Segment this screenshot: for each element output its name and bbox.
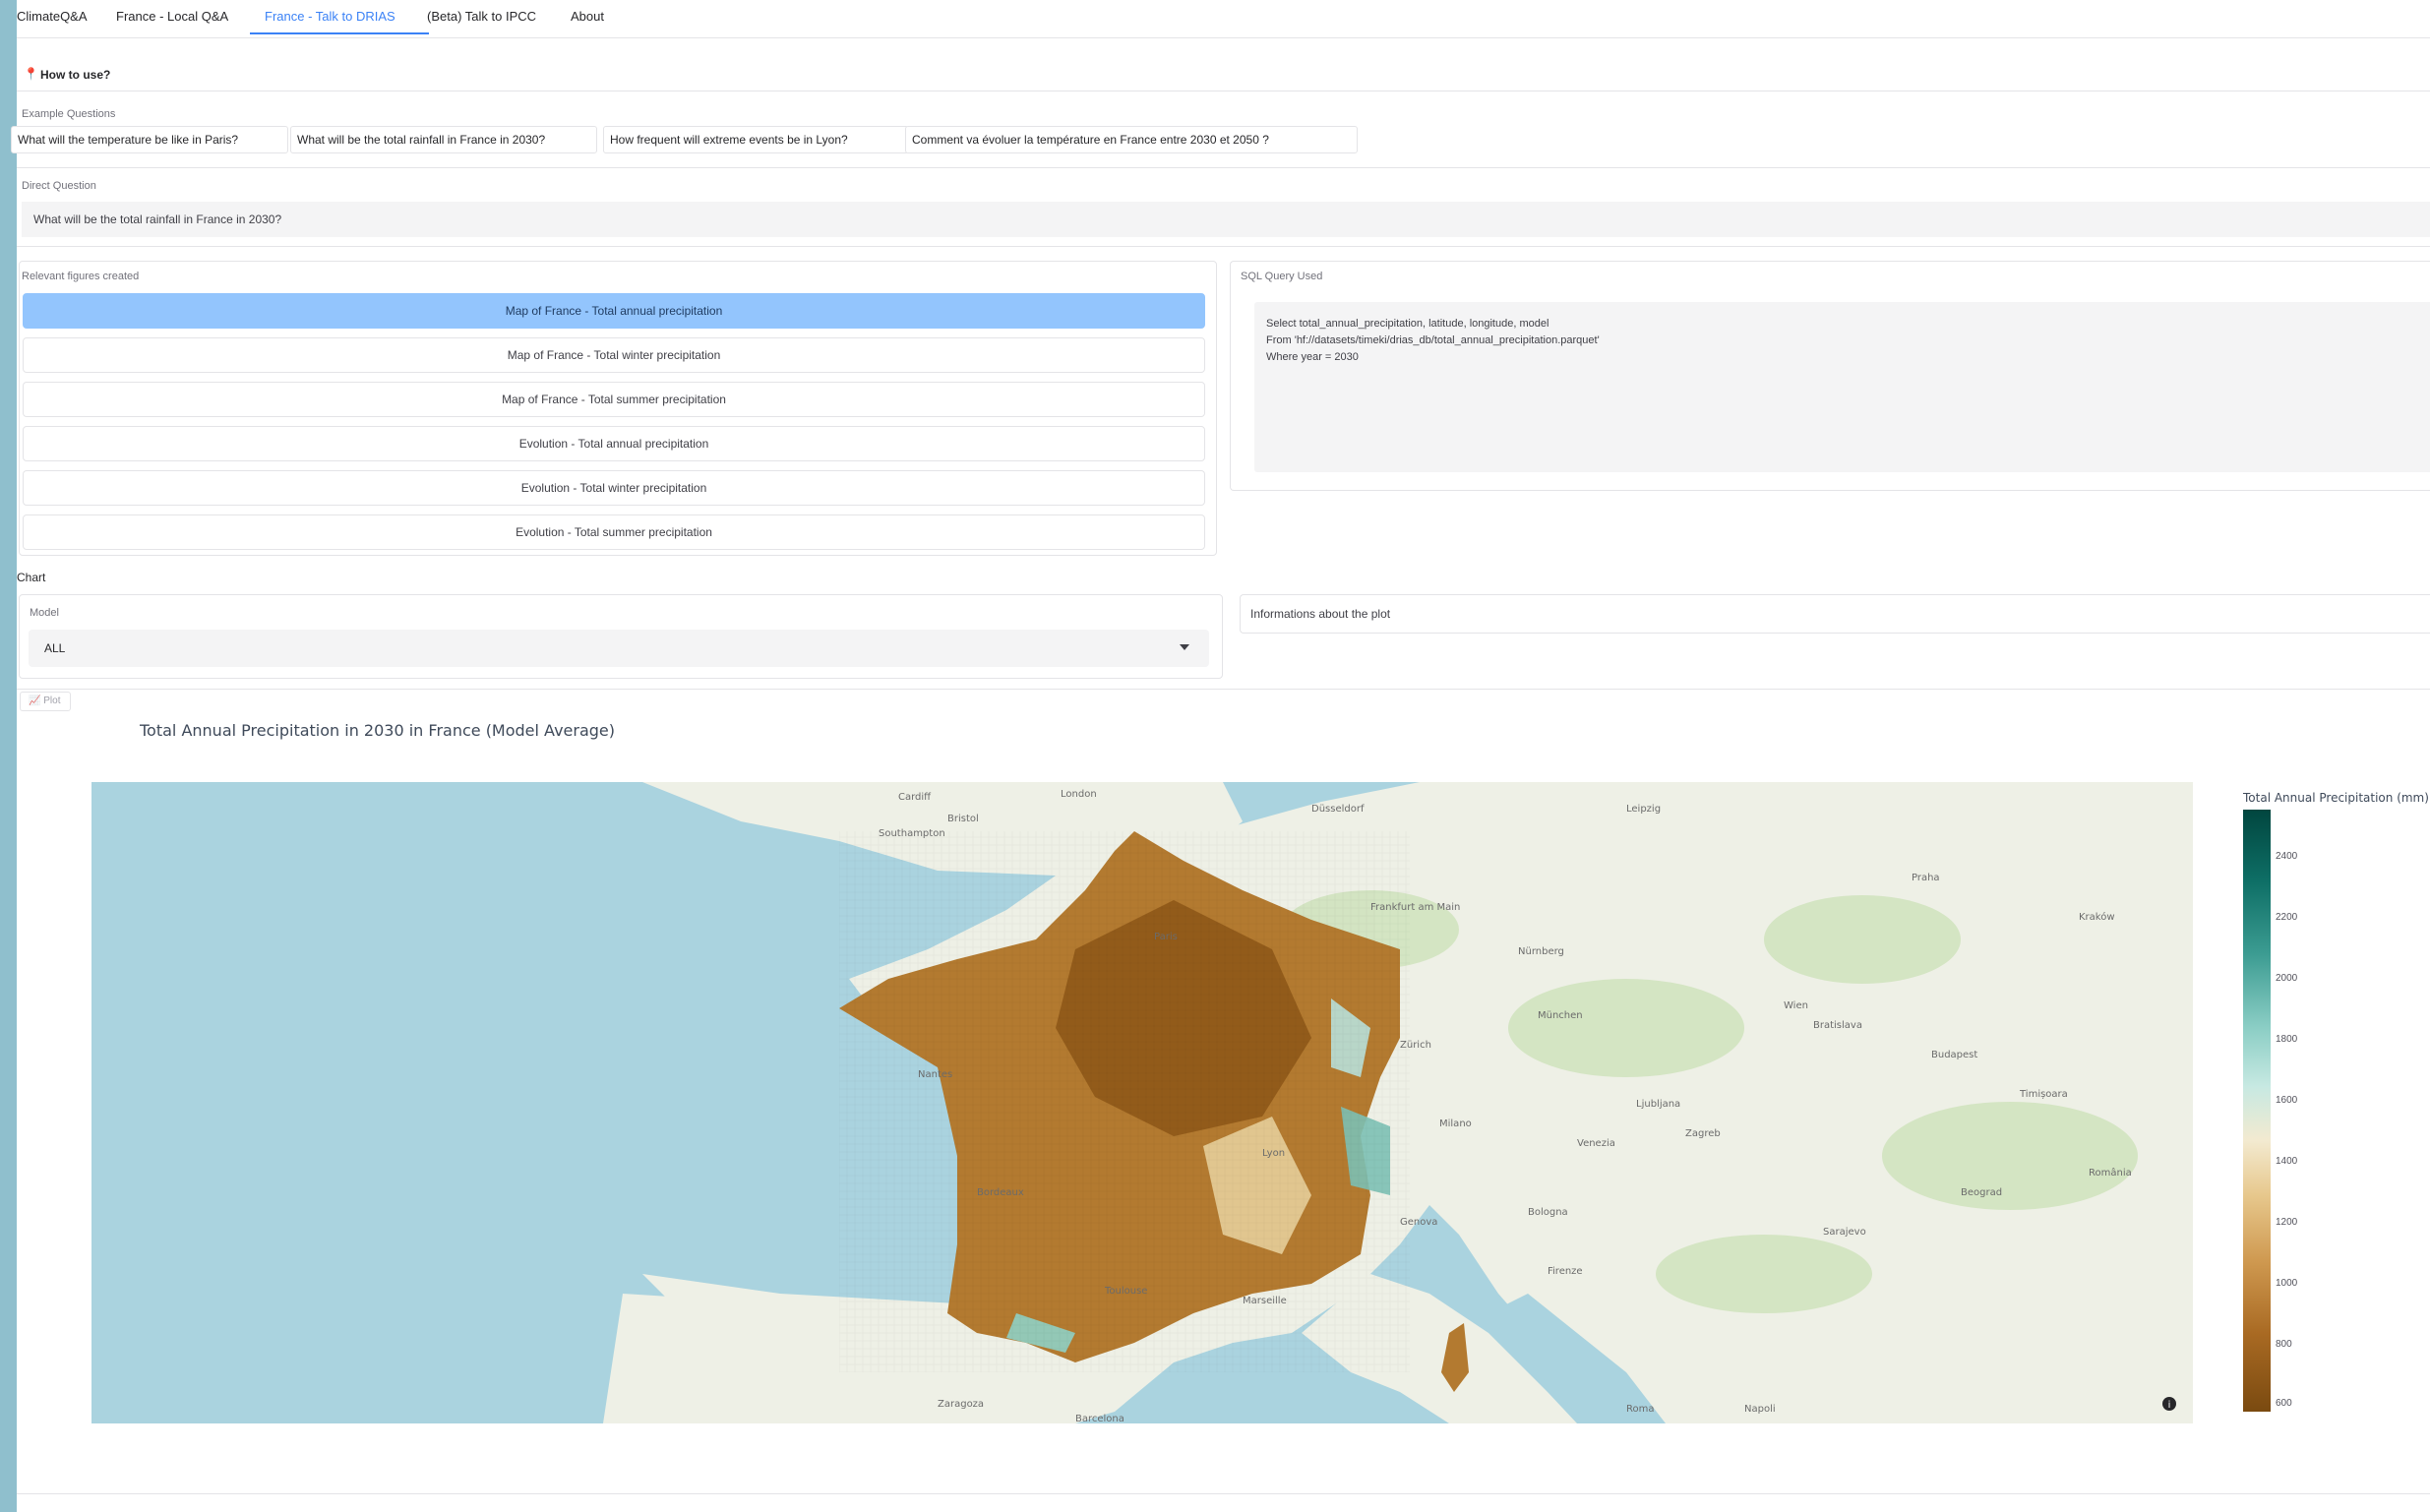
sql-query-text: Select total_annual_precipitation, latit… <box>1266 318 1600 363</box>
map-place-label: Zürich <box>1400 1040 1431 1051</box>
map-place-label: Leipzig <box>1626 804 1661 815</box>
example-question-button[interactable]: What will be the total rainfall in Franc… <box>290 126 597 153</box>
tab-bar: ClimateQ&A France - Local Q&A France - T… <box>17 0 2430 38</box>
model-label: Model <box>30 607 59 619</box>
divider <box>17 246 2430 247</box>
colorbar-tick: 600 <box>2276 1398 2292 1409</box>
colorbar-tick: 2200 <box>2276 912 2298 923</box>
colorbar-tick: 1800 <box>2276 1034 2298 1045</box>
plot-info-accordion[interactable]: Informations about the plot <box>1240 594 2430 634</box>
figure-button-summer-map[interactable]: Map of France - Total summer precipitati… <box>23 382 1205 417</box>
relevant-figures-panel: Relevant figures created Map of France -… <box>19 261 1217 556</box>
map-place-label: London <box>1061 789 1097 800</box>
divider <box>17 689 2430 690</box>
map-place-label: Barcelona <box>1075 1414 1124 1423</box>
map-place-label: Southampton <box>879 828 945 839</box>
map-place-label: Frankfurt am Main <box>1370 902 1460 913</box>
map-place-label: Paris <box>1154 932 1178 942</box>
model-select-value: ALL <box>44 641 66 655</box>
direct-question-input[interactable]: What will be the total rainfall in Franc… <box>22 202 2430 237</box>
example-question-button[interactable]: Comment va évoluer la température en Fra… <box>905 126 1358 153</box>
colorbar-tick: 800 <box>2276 1339 2292 1350</box>
map-place-label: Milano <box>1439 1119 1472 1129</box>
chart-icon: 📈 <box>29 696 41 706</box>
chart-title: Total Annual Precipitation in 2030 in Fr… <box>140 721 615 740</box>
map-place-label: Venezia <box>1577 1138 1615 1149</box>
map-place-label: Genova <box>1400 1217 1437 1228</box>
colorbar-title: Total Annual Precipitation (mm) <box>2243 791 2429 805</box>
map-place-label: Napoli <box>1744 1404 1776 1415</box>
direct-question-value: What will be the total rainfall in Franc… <box>33 212 282 226</box>
how-to-use-accordion[interactable]: 📍 How to use? <box>17 57 2430 91</box>
map-place-label: Bordeaux <box>977 1187 1024 1198</box>
map-place-label: Wien <box>1784 1000 1808 1011</box>
pin-icon: 📍 <box>24 67 38 81</box>
colorbar-tick: 2400 <box>2276 851 2298 862</box>
plot-tag: 📈 Plot <box>20 692 71 711</box>
active-tab-indicator <box>250 32 429 34</box>
map-place-label: Sarajevo <box>1823 1227 1866 1238</box>
map-place-label: Marseille <box>1243 1296 1287 1306</box>
divider <box>17 1493 2430 1494</box>
map-place-label: Bratislava <box>1813 1020 1862 1031</box>
map-place-label: Ljubljana <box>1636 1099 1680 1110</box>
colorbar-tick: 1400 <box>2276 1156 2298 1167</box>
plot-tag-label: Plot <box>43 696 61 706</box>
map-place-label: Nürnberg <box>1518 946 1564 957</box>
tab-france-local-qa[interactable]: France - Local Q&A <box>116 9 228 24</box>
colorbar-tick: 1200 <box>2276 1217 2298 1228</box>
sql-query-box[interactable]: Select total_annual_precipitation, latit… <box>1254 302 2430 472</box>
window-edge-strip <box>0 0 17 1512</box>
chevron-down-icon <box>1180 644 1189 650</box>
map-place-label: Kraków <box>2079 911 2115 923</box>
map-place-label: Firenze <box>1548 1266 1583 1277</box>
tab-talk-to-ipcc[interactable]: (Beta) Talk to IPCC <box>427 9 536 24</box>
map-place-label: Beograd <box>1961 1187 2002 1198</box>
map-place-label: Toulouse <box>1104 1286 1147 1297</box>
figure-button-summer-evolution[interactable]: Evolution - Total summer precipitation <box>23 514 1205 550</box>
figure-button-winter-evolution[interactable]: Evolution - Total winter precipitation <box>23 470 1205 506</box>
map-place-label: Timișoara <box>2019 1089 2068 1100</box>
direct-question-label: Direct Question <box>22 180 96 192</box>
how-to-use-label: How to use? <box>40 68 111 82</box>
colorbar-tick: 1000 <box>2276 1278 2298 1289</box>
map-place-label: România <box>2089 1167 2132 1179</box>
chart-section-label: Chart <box>17 571 46 584</box>
map-place-label: Lyon <box>1262 1148 1285 1159</box>
figure-button-annual-evolution[interactable]: Evolution - Total annual precipitation <box>23 426 1205 461</box>
colorbar-tick: 1600 <box>2276 1095 2298 1106</box>
example-question-button[interactable]: What will the temperature be like in Par… <box>11 126 288 153</box>
divider <box>17 167 2430 168</box>
map-place-label: München <box>1538 1010 1583 1021</box>
map-place-label: Zaragoza <box>938 1399 984 1410</box>
tab-climateqa[interactable]: ClimateQ&A <box>17 9 88 24</box>
map-place-label: Bristol <box>947 814 979 824</box>
map-place-label: Nantes <box>918 1069 952 1080</box>
tab-france-talk-to-drias[interactable]: France - Talk to DRIAS <box>265 9 395 24</box>
figure-button-winter-map[interactable]: Map of France - Total winter precipitati… <box>23 337 1205 373</box>
map-place-label: Bologna <box>1528 1207 1568 1218</box>
figure-button-annual-map[interactable]: Map of France - Total annual precipitati… <box>23 293 1205 329</box>
map-place-label: Roma <box>1626 1404 1655 1415</box>
model-select[interactable]: ALL <box>29 630 1209 667</box>
svg-text:i: i <box>2168 1400 2171 1411</box>
example-questions-label: Example Questions <box>22 108 116 120</box>
map-place-label: Zagreb <box>1685 1128 1721 1139</box>
map-place-label: Düsseldorf <box>1311 804 1365 815</box>
map-place-label: Cardiff <box>898 792 932 803</box>
map-place-label: Praha <box>1912 873 1940 883</box>
app: ClimateQ&A France - Local Q&A France - T… <box>11 0 2430 1512</box>
tab-about[interactable]: About <box>571 9 604 24</box>
precipitation-map[interactable]: i Cardiff London BristolSouthampton Düsseld… <box>91 782 2193 1423</box>
relevant-figures-label: Relevant figures created <box>22 271 140 282</box>
map-place-label: Budapest <box>1931 1050 1977 1060</box>
colorbar-tick: 2000 <box>2276 973 2298 984</box>
example-question-button[interactable]: How frequent will extreme events be in L… <box>603 126 909 153</box>
colorbar <box>2243 810 2271 1412</box>
plot-info-label: Informations about the plot <box>1250 607 1391 621</box>
sql-query-label: SQL Query Used <box>1241 271 1323 282</box>
